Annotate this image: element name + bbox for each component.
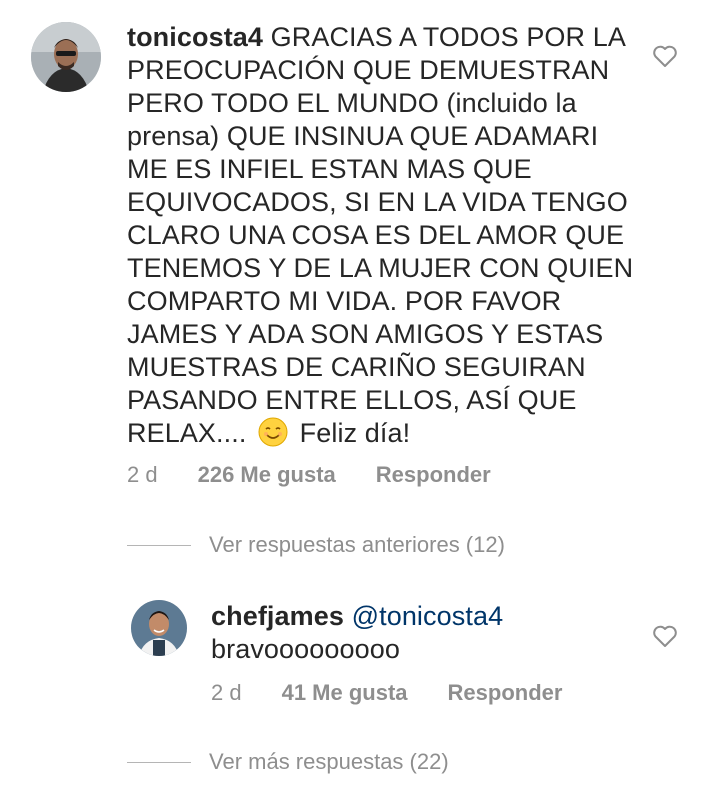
likes-count-link[interactable]: 226 Me gusta [198,462,336,488]
likes-count-link[interactable]: 41 Me gusta [282,680,408,706]
comment-meta-chefjames: 2 d 41 Me gusta Responder [211,680,562,706]
reply-button[interactable]: Responder [448,680,563,706]
thread-line [127,544,191,546]
comment-line: TENEMOS Y DE LA MUJER CON QUIEN [127,253,634,283]
comment-text: bravooooooooo [211,634,400,664]
comment-line: chefjames @tonicosta4 [211,600,651,633]
comment-text-relax: RELAX.... [127,418,247,448]
heart-outline-icon[interactable] [652,624,678,648]
username-chefjames[interactable]: chefjames [211,601,344,631]
heart-outline-icon[interactable] [652,44,678,68]
view-more-replies[interactable]: Ver más respuestas (22) [127,749,449,775]
comment-line: RELAX.... Feliz día! [127,417,687,450]
comment-line: COMPARTO MI VIDA. POR FAVOR [127,286,562,316]
comment-line: ME ES INFIEL ESTAN MAS QUE [127,154,532,184]
smiling-face-emoji-icon [258,417,288,447]
username-tonicosta4[interactable]: tonicosta4 [127,22,263,52]
reply-button[interactable]: Responder [376,462,491,488]
comment-line: PERO TODO EL MUNDO (incluido la [127,88,577,118]
view-more-replies-label[interactable]: Ver más respuestas (22) [209,749,449,775]
comment-line: PASANDO ENTRE ELLOS, ASÍ QUE [127,385,577,415]
comment-text-feliz: Feliz día! [299,418,411,448]
comment-time: 2 d [211,680,242,705]
comment-text-first: GRACIAS A TODOS POR LA [270,22,626,52]
comment-chefjames: chefjames @tonicosta4 bravooooooooo 2 d … [0,590,720,720]
view-previous-replies-label[interactable]: Ver respuestas anteriores (12) [209,532,505,558]
mention-tonicosta4[interactable]: @tonicosta4 [352,601,504,631]
comment-line: CLARO UNA COSA ES DEL AMOR QUE [127,220,625,250]
comment-meta-tonicosta4: 2 d 226 Me gusta Responder [127,462,491,488]
thread-line [127,761,191,763]
comment-line: MUESTRAS DE CARIÑO SEGUIRAN [127,352,586,382]
avatar-tonicosta4[interactable] [31,22,101,92]
comment-line: tonicosta4 GRACIAS A TODOS POR LA [127,21,687,54]
comment-time: 2 d [127,462,158,487]
avatar-chefjames-image [131,600,187,656]
comment-line: EQUIVOCADOS, SI EN LA VIDA TENGO [127,187,628,217]
comment-line: JAMES Y ADA SON AMIGOS Y ESTAS [127,319,604,349]
comment-tonicosta4: tonicosta4 GRACIAS A TODOS POR LA PREOCU… [0,0,720,500]
avatar-tonicosta4-image [31,22,101,92]
avatar-chefjames[interactable] [131,600,187,656]
comment-line: prensa) QUE INSINUA QUE ADAMARI [127,121,599,151]
view-previous-replies[interactable]: Ver respuestas anteriores (12) [127,532,505,558]
comment-line: PREOCUPACIÓN QUE DEMUESTRAN [127,55,610,85]
